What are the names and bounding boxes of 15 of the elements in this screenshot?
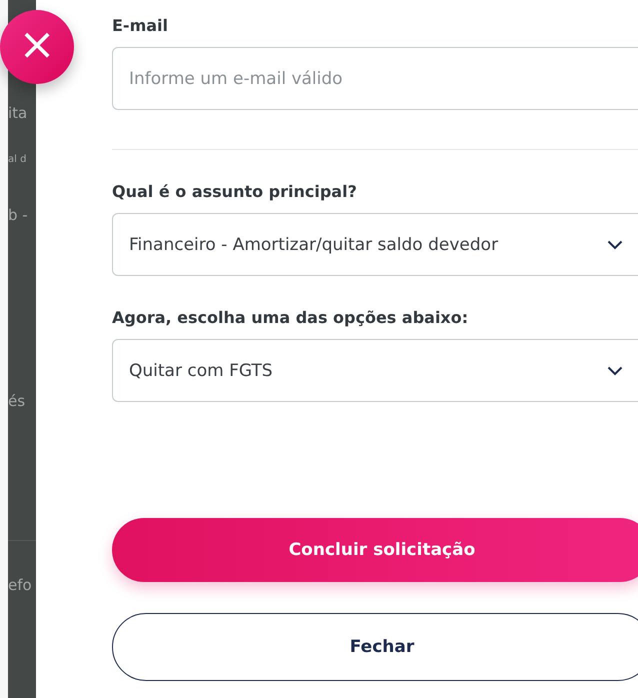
- close-button[interactable]: Fechar: [112, 613, 638, 681]
- background-text: és: [8, 392, 26, 410]
- chevron-down-icon: [607, 366, 623, 376]
- field-label: Qual é o assunto principal?: [112, 182, 358, 201]
- background-text: efo: [8, 576, 32, 594]
- option-select[interactable]: Quitar com FGTS: [112, 339, 638, 402]
- background-text: b -: [8, 206, 28, 224]
- chevron-down-icon: [607, 240, 623, 250]
- subject-select[interactable]: Financeiro - Amortizar/quitar saldo devedor: [112, 213, 638, 276]
- email-input[interactable]: Informe um e-mail válido: [112, 47, 638, 110]
- background-text: al d: [8, 154, 26, 166]
- field-label: E-mail: [112, 16, 170, 35]
- field-label: Agora, escolha uma das opções abaixo:: [112, 308, 470, 327]
- submit-button[interactable]: Concluir solicitação: [112, 518, 638, 582]
- background-text: ita: [8, 104, 28, 122]
